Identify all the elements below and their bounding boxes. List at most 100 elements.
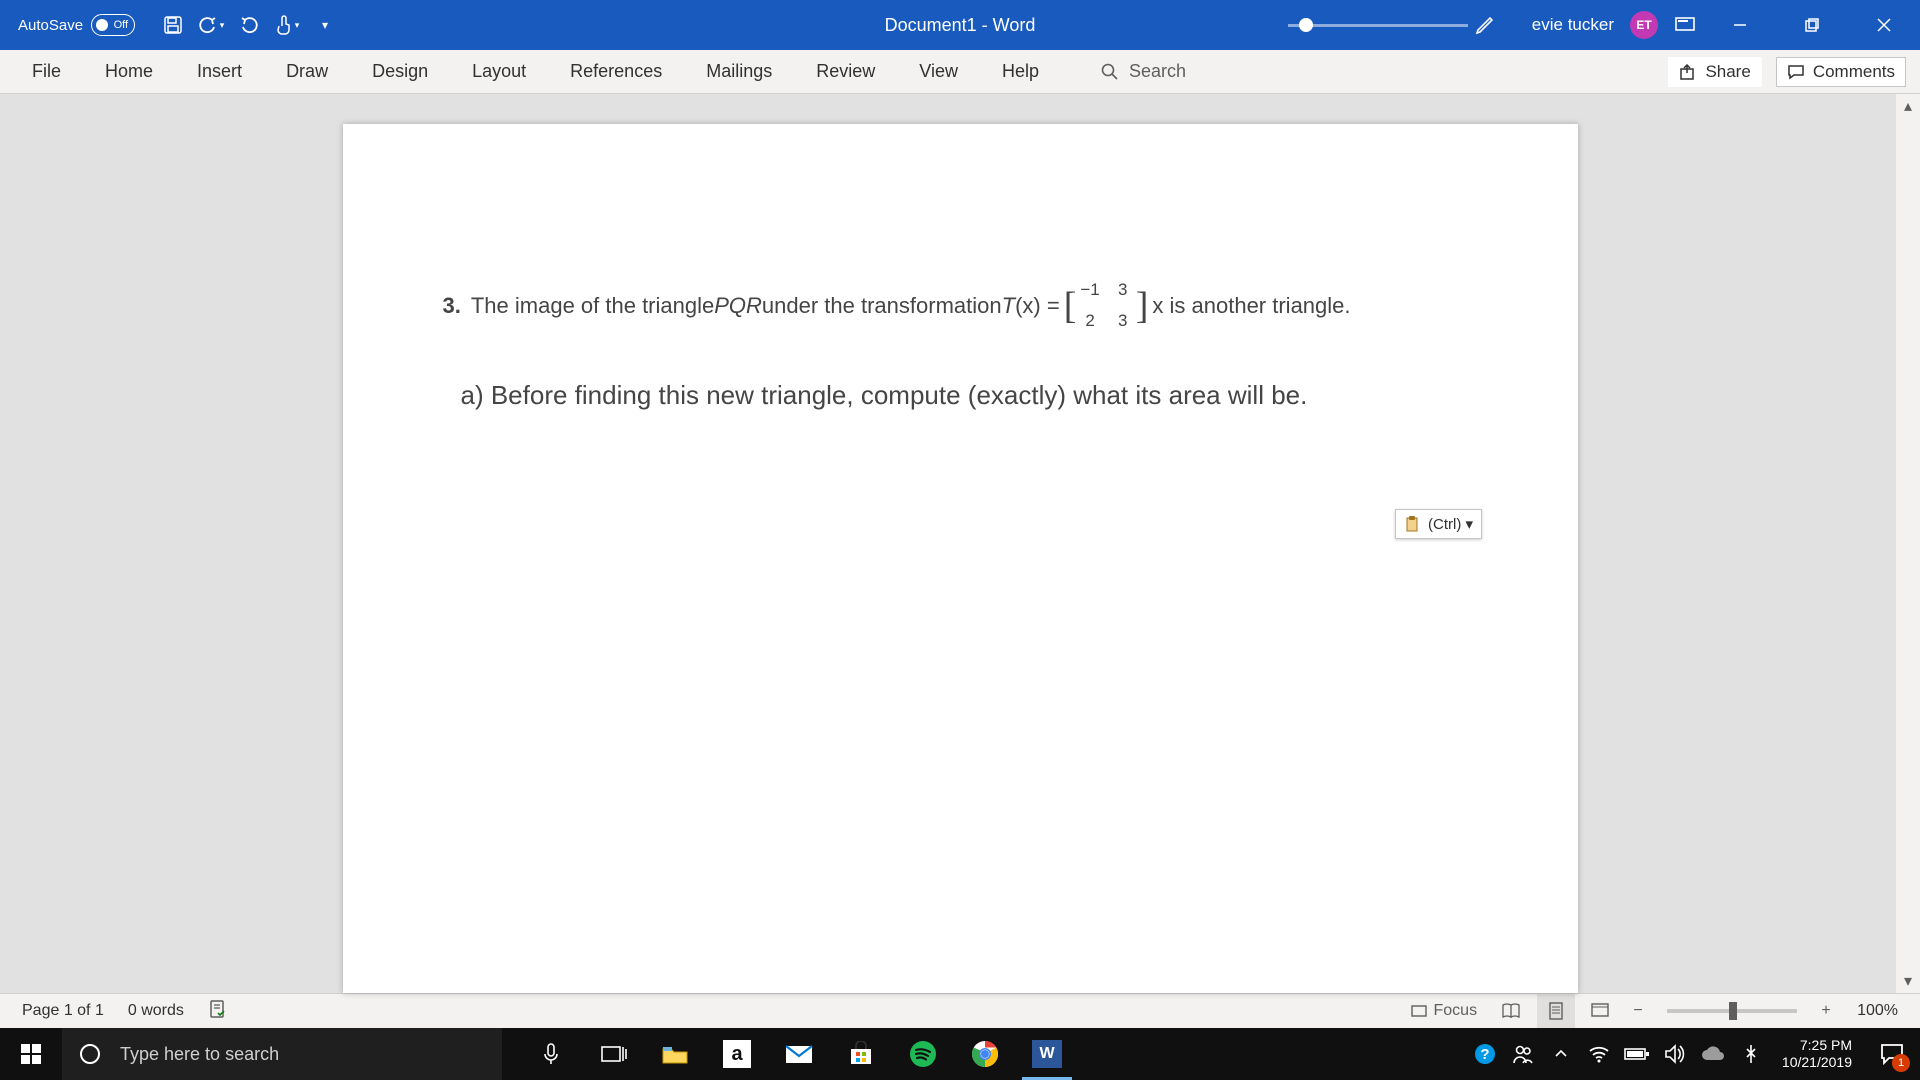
action-center-button[interactable]: 1	[1864, 1028, 1920, 1080]
user-avatar[interactable]: ET	[1630, 11, 1658, 39]
tab-layout[interactable]: Layout	[450, 50, 548, 94]
zoom-level[interactable]: 100%	[1845, 1002, 1910, 1020]
zoom-in-button[interactable]: +	[1813, 994, 1839, 1029]
pen-icon	[1474, 14, 1496, 36]
search-icon	[1101, 63, 1119, 81]
spotify-icon	[909, 1040, 937, 1068]
tab-view[interactable]: View	[897, 50, 980, 94]
question-number: 3.	[443, 287, 461, 324]
user-name[interactable]: evie tucker	[1532, 15, 1614, 35]
close-button[interactable]	[1856, 0, 1912, 50]
windows-taskbar: Type here to search a W ? 7:25 PM 10/21/…	[0, 1028, 1920, 1080]
notification-badge: 1	[1892, 1054, 1910, 1072]
wifi-button[interactable]	[1580, 1028, 1618, 1080]
people-button[interactable]	[1504, 1028, 1542, 1080]
vertical-scrollbar[interactable]: ▴ ▾	[1896, 94, 1920, 993]
volume-button[interactable]	[1656, 1028, 1694, 1080]
date-label: 10/21/2019	[1782, 1054, 1852, 1071]
clock[interactable]: 7:25 PM 10/21/2019	[1770, 1037, 1864, 1071]
spotify-button[interactable]	[892, 1028, 954, 1080]
autosave-label: AutoSave	[18, 17, 83, 34]
chrome-button[interactable]	[954, 1028, 1016, 1080]
mail-icon	[784, 1043, 814, 1065]
zoom-slider[interactable]	[1667, 1009, 1797, 1013]
question-text: The image of the triangle	[471, 287, 714, 324]
svg-text:?: ?	[1480, 1046, 1489, 1063]
redo-button[interactable]	[235, 11, 263, 39]
search-placeholder: Search	[1129, 61, 1186, 82]
task-view-icon	[599, 1043, 627, 1065]
tab-review[interactable]: Review	[794, 50, 897, 94]
triangle-pqr: PQR	[714, 287, 762, 324]
start-button[interactable]	[0, 1028, 62, 1080]
matrix: [ −13 23 ]	[1064, 276, 1149, 336]
drawing-slider[interactable]	[1288, 14, 1496, 36]
store-icon	[848, 1041, 874, 1067]
windows-icon	[20, 1043, 42, 1065]
focus-icon	[1410, 1002, 1428, 1020]
tab-draw[interactable]: Draw	[264, 50, 350, 94]
folder-icon	[661, 1043, 689, 1065]
scroll-up-icon[interactable]: ▴	[1896, 94, 1920, 118]
mic-icon	[542, 1042, 560, 1066]
onedrive-button[interactable]	[1694, 1028, 1732, 1080]
web-layout-button[interactable]	[1581, 994, 1619, 1029]
search-label: Type here to search	[120, 1044, 279, 1065]
mic-button[interactable]	[520, 1028, 582, 1080]
question-text-b: under the transformation	[762, 287, 1002, 324]
share-icon	[1679, 63, 1697, 81]
customize-qat-button[interactable]: ▾	[311, 11, 339, 39]
paste-options-button[interactable]: (Ctrl) ▾	[1395, 509, 1482, 539]
zoom-out-button[interactable]: −	[1625, 994, 1651, 1029]
page[interactable]: 3. The image of the triangle PQR under t…	[343, 124, 1578, 993]
word-button[interactable]: W	[1016, 1028, 1078, 1080]
comment-icon	[1787, 63, 1805, 81]
store-button[interactable]	[830, 1028, 892, 1080]
tab-references[interactable]: References	[548, 50, 684, 94]
minimize-button[interactable]	[1712, 0, 1768, 50]
page-indicator[interactable]: Page 1 of 1	[10, 1002, 116, 1020]
tab-help[interactable]: Help	[980, 50, 1061, 94]
help-icon: ?	[1473, 1042, 1497, 1066]
show-hidden-button[interactable]	[1542, 1028, 1580, 1080]
title-bar: AutoSave Off ▾ ▾ ▾ Document1 - Word	[0, 0, 1920, 50]
proofing-icon	[208, 999, 228, 1019]
tab-design[interactable]: Design	[350, 50, 450, 94]
print-layout-button[interactable]	[1537, 994, 1575, 1029]
tab-file[interactable]: File	[10, 50, 83, 94]
file-explorer-button[interactable]	[644, 1028, 706, 1080]
read-mode-button[interactable]	[1493, 994, 1531, 1029]
bluetooth-button[interactable]	[1732, 1028, 1770, 1080]
maximize-button[interactable]	[1784, 0, 1840, 50]
tab-insert[interactable]: Insert	[175, 50, 264, 94]
task-view-button[interactable]	[582, 1028, 644, 1080]
amazon-button[interactable]: a	[706, 1028, 768, 1080]
ribbon-tabs: File Home Insert Draw Design Layout Refe…	[0, 50, 1920, 94]
mail-button[interactable]	[768, 1028, 830, 1080]
focus-mode-button[interactable]: Focus	[1400, 994, 1488, 1029]
get-help-button[interactable]: ?	[1466, 1028, 1504, 1080]
share-button[interactable]: Share	[1668, 57, 1761, 87]
people-icon	[1512, 1043, 1534, 1065]
time-label: 7:25 PM	[1782, 1037, 1852, 1054]
autosave-state: Off	[114, 19, 128, 31]
taskbar-search[interactable]: Type here to search	[62, 1028, 502, 1080]
wifi-icon	[1588, 1045, 1610, 1063]
undo-button[interactable]: ▾	[197, 11, 225, 39]
proofing-button[interactable]	[196, 999, 240, 1024]
status-bar: Page 1 of 1 0 words Focus − + 100%	[0, 993, 1920, 1028]
autosave-toggle[interactable]: AutoSave Off	[18, 14, 135, 36]
tell-me-search[interactable]: Search	[1101, 61, 1186, 82]
web-layout-icon	[1590, 1002, 1610, 1020]
save-icon[interactable]	[159, 11, 187, 39]
cortana-icon	[78, 1042, 102, 1066]
read-mode-icon	[1501, 1002, 1523, 1020]
tab-mailings[interactable]: Mailings	[684, 50, 794, 94]
word-count[interactable]: 0 words	[116, 1002, 196, 1020]
battery-button[interactable]	[1618, 1028, 1656, 1080]
scroll-down-icon[interactable]: ▾	[1896, 969, 1920, 993]
comments-button[interactable]: Comments	[1776, 57, 1906, 87]
tab-home[interactable]: Home	[83, 50, 175, 94]
ribbon-display-icon[interactable]	[1674, 14, 1696, 36]
touch-mode-button[interactable]: ▾	[273, 11, 301, 39]
